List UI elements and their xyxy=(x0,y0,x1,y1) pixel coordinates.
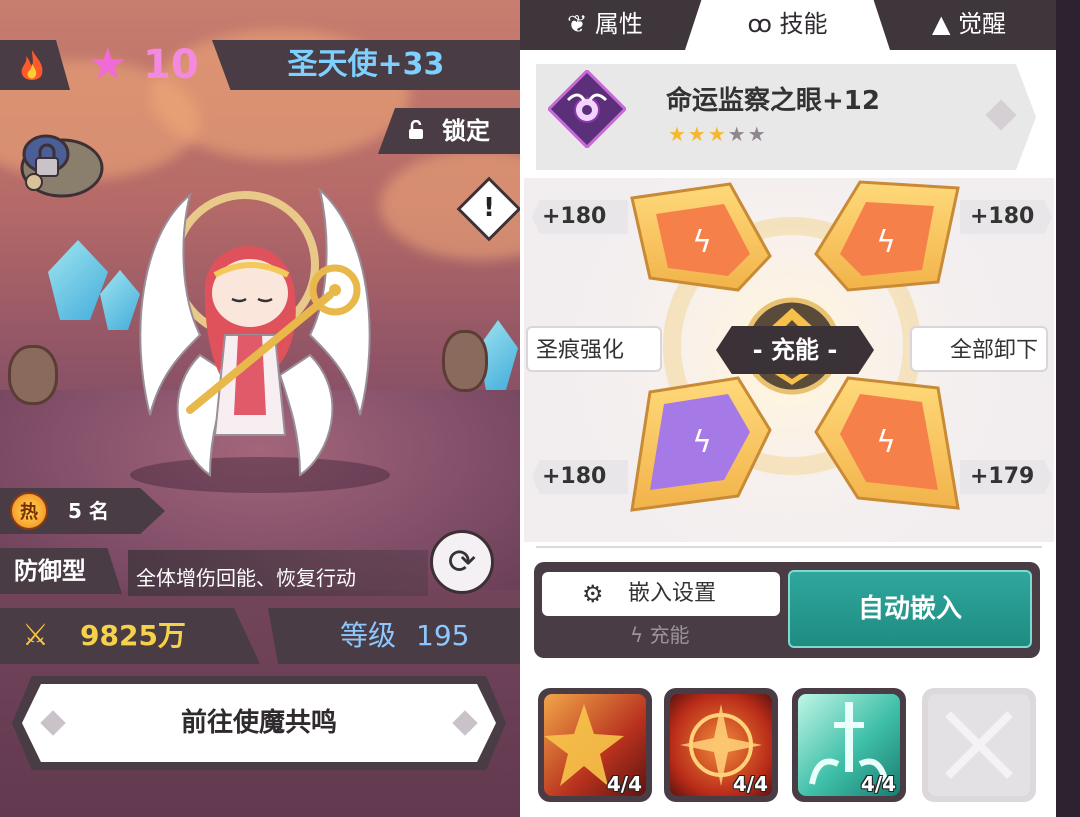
element-badge xyxy=(0,40,70,90)
character-sprite xyxy=(130,187,390,493)
level-value: 195 xyxy=(416,619,470,652)
exclamation-icon: ! xyxy=(483,193,495,223)
star-count: 10 xyxy=(143,42,199,88)
auto-embed-button[interactable]: 自动嵌入 xyxy=(788,570,1032,648)
lightning-icon: ϟ xyxy=(692,225,712,260)
popularity-rank: 热 5 名 xyxy=(0,488,165,534)
skill-stars: ★★★★★ xyxy=(668,122,768,146)
tab-awaken[interactable]: ▲ 觉醒 xyxy=(882,0,1056,50)
rune-count: 4/4 xyxy=(732,772,768,796)
crossed-swords-icon: ⚔ xyxy=(22,618,49,653)
tab-label: 觉醒 xyxy=(958,10,1007,38)
rune-count: 4/4 xyxy=(860,772,896,796)
gear-icon: ⚙ xyxy=(582,580,604,608)
crystal-decoration xyxy=(48,240,108,320)
game-scene: ★ 10 圣天使+33 锁定 ! 热 5 名 防御型 全体增伤回能、恢复行动 ⟳… xyxy=(0,0,520,817)
fire-icon xyxy=(21,50,43,80)
character-name-banner: 圣天使+33 xyxy=(212,40,520,90)
charge-center-label: - 充能 - xyxy=(716,326,874,374)
lightning-icon: ϟ xyxy=(630,623,650,647)
resonate-button[interactable]: 前往使魔共鸣 xyxy=(12,676,506,770)
lock-label: 锁定 xyxy=(442,117,490,145)
tab-bar: ❦ 属性 ꝏ 技能 ▲ 觉醒 xyxy=(520,0,1056,50)
attribute-icon: ❦ xyxy=(567,10,595,38)
rune-slot[interactable]: 4/4 xyxy=(664,688,778,802)
type-description: 全体增伤回能、恢复行动 xyxy=(128,550,428,596)
tab-label: 属性 xyxy=(594,10,643,38)
heat-badge: 热 xyxy=(10,492,48,530)
star-rating: ★ 10 xyxy=(88,39,199,90)
level-label: 等级 xyxy=(340,619,397,652)
character-name: 圣天使+33 xyxy=(287,47,445,82)
level-box: 等级 195 xyxy=(268,608,520,664)
empty-rune-slot[interactable] xyxy=(922,688,1036,802)
embed-settings-button[interactable]: ⚙ 嵌入设置 xyxy=(542,572,780,616)
lightning-icon: ϟ xyxy=(692,425,712,460)
skill-name: 命运监察之眼+12 xyxy=(666,86,880,116)
stats-row: ⚔ 9825万 等级 195 xyxy=(0,608,520,664)
enhance-button[interactable]: 圣痕强化 xyxy=(526,326,662,372)
resonate-label: 前往使魔共鸣 xyxy=(22,684,496,762)
eye-skill-icon xyxy=(548,70,626,148)
charge-text: 充能 xyxy=(649,623,690,647)
awaken-icon: ▲ xyxy=(931,10,959,38)
gem-top-left[interactable]: ϟ xyxy=(630,182,772,292)
type-tag: 防御型 xyxy=(0,548,122,594)
unlock-icon xyxy=(409,120,423,139)
rock-decoration xyxy=(442,330,488,392)
star-icon: ★ xyxy=(88,39,128,90)
type-label: 防御型 xyxy=(14,557,86,585)
lightning-icon: ϟ xyxy=(876,425,896,460)
gem-bonus-top-right: +180 xyxy=(960,200,1052,234)
rune-slot[interactable]: 4/4 xyxy=(792,688,906,802)
skill-icon: ꝏ xyxy=(747,10,780,38)
tab-skills[interactable]: ꝏ 技能 xyxy=(685,0,890,50)
refresh-icon: ⟳ xyxy=(447,542,477,582)
embed-settings-label: 嵌入设置 xyxy=(628,581,717,606)
rune-slot[interactable]: 4/4 xyxy=(538,688,652,802)
heat-rank-value: 5 名 xyxy=(68,499,109,523)
unload-all-button[interactable]: 全部卸下 xyxy=(910,326,1048,372)
divider xyxy=(536,546,1042,548)
star-filled-icon: ★★★ xyxy=(668,122,728,146)
combat-power-value: 9825万 xyxy=(80,619,186,652)
gem-bonus-bottom-left: +180 xyxy=(532,460,628,494)
gem-bottom-left[interactable]: ϟ xyxy=(630,376,772,512)
tab-label: 技能 xyxy=(779,10,828,38)
pet-lock-icon[interactable] xyxy=(12,124,104,204)
gem-bottom-right[interactable]: ϟ xyxy=(814,376,960,510)
combat-power-box: ⚔ 9825万 xyxy=(0,608,260,664)
embed-charge-label: ϟ 充能 xyxy=(630,620,690,650)
gem-bonus-bottom-right: +179 xyxy=(960,460,1052,494)
tab-attributes[interactable]: ❦ 属性 xyxy=(520,0,690,50)
rune-count: 4/4 xyxy=(606,772,642,796)
star-empty-icon: ★★ xyxy=(727,122,768,146)
lock-button[interactable]: 锁定 xyxy=(378,108,520,154)
rock-decoration xyxy=(8,345,58,405)
gem-top-right[interactable]: ϟ xyxy=(814,180,960,292)
lightning-icon: ϟ xyxy=(876,225,896,260)
refresh-button[interactable]: ⟳ xyxy=(430,530,494,594)
gem-bonus-top-left: +180 xyxy=(532,200,628,234)
empty-slot-icon xyxy=(928,694,1030,796)
